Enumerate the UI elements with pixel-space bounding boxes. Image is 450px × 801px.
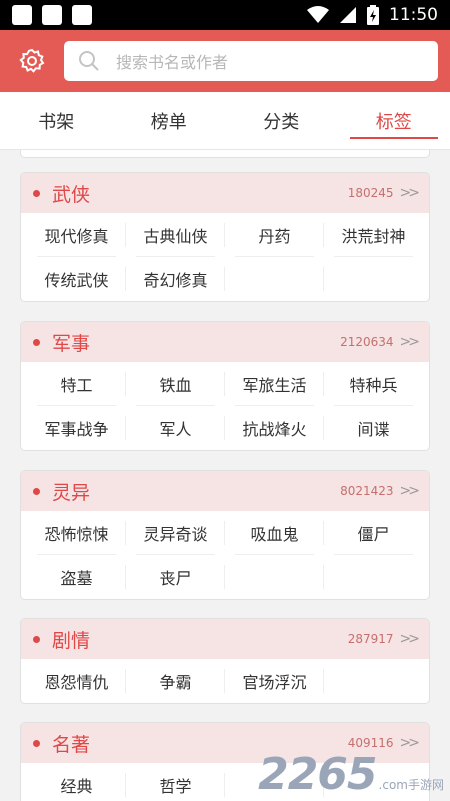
search-icon	[79, 51, 99, 71]
category-title: 灵异	[52, 481, 91, 504]
tag-list[interactable]: 武侠 180245 >> 现代修真 古典仙侠 丹药 洪荒封神 传统武侠 奇幻修真…	[0, 150, 450, 801]
tab-tags[interactable]: 标签	[338, 92, 450, 149]
empty-cell	[225, 257, 324, 301]
notification-icon	[12, 5, 32, 25]
tag-item[interactable]: 丧尸	[126, 555, 225, 599]
category-count: 287917	[347, 632, 394, 646]
tag-item[interactable]: 官场浮沉	[225, 659, 324, 703]
double-chevron-icon: >>	[399, 483, 421, 499]
status-time: 11:50	[389, 5, 438, 25]
tab-bar: 书架 榜单 分类 标签	[0, 92, 450, 150]
tag-item[interactable]: 特工	[27, 362, 126, 406]
category-card: 灵异 8021423 >> 恐怖惊悚 灵异奇谈 吸血鬼 僵尸 盗墓 丧尸	[20, 470, 430, 600]
tab-categories[interactable]: 分类	[225, 92, 338, 149]
watermark-text: .com手游网	[378, 778, 444, 792]
empty-cell	[324, 555, 423, 599]
tag-item[interactable]: 僵尸	[324, 511, 423, 555]
tag-item[interactable]: 军事战争	[27, 406, 126, 450]
tag-item[interactable]: 哲学	[126, 763, 225, 801]
category-header[interactable]: 军事 2120634 >>	[21, 322, 429, 362]
category-title: 剧情	[52, 629, 91, 652]
tag-item[interactable]: 古典仙侠	[126, 213, 225, 257]
bullet-icon	[33, 189, 40, 197]
double-chevron-icon: >>	[399, 185, 421, 201]
tag-item[interactable]: 间谍	[324, 406, 423, 450]
category-count: 180245	[347, 186, 394, 200]
gear-icon	[19, 48, 45, 73]
tag-item[interactable]: 传统武侠	[27, 257, 126, 301]
wifi-icon	[307, 6, 329, 23]
category-count: 409116	[347, 736, 394, 750]
tag-item[interactable]: 吸血鬼	[225, 511, 324, 555]
category-card: 武侠 180245 >> 现代修真 古典仙侠 丹药 洪荒封神 传统武侠 奇幻修真	[20, 172, 430, 302]
bullet-icon	[33, 338, 40, 346]
tag-item[interactable]: 恐怖惊悚	[27, 511, 126, 555]
tag-item[interactable]: 洪荒封神	[324, 213, 423, 257]
tag-item[interactable]: 铁血	[126, 362, 225, 406]
category-card: 剧情 287917 >> 恩怨情仇 争霸 官场浮沉	[20, 618, 430, 704]
tag-item[interactable]: 盗墓	[27, 555, 126, 599]
search-placeholder: 搜索书名或作者	[116, 53, 229, 72]
status-bar: 11:50	[0, 0, 450, 30]
bullet-icon	[33, 739, 40, 747]
previous-card-edge	[20, 150, 430, 158]
tag-item[interactable]: 特种兵	[324, 362, 423, 406]
category-title: 名著	[52, 733, 91, 756]
tag-item[interactable]: 争霸	[126, 659, 225, 703]
bullet-icon	[33, 635, 40, 643]
category-card: 军事 2120634 >> 特工 铁血 军旅生活 特种兵 军事战争 军人 抗战烽…	[20, 321, 430, 451]
empty-cell	[324, 659, 423, 703]
watermark-number: 2265	[258, 749, 377, 800]
tag-item[interactable]: 灵异奇谈	[126, 511, 225, 555]
battery-icon	[367, 5, 379, 25]
category-header[interactable]: 剧情 287917 >>	[21, 619, 429, 659]
settings-button[interactable]	[12, 41, 52, 81]
search-input[interactable]: 搜索书名或作者	[64, 41, 438, 81]
double-chevron-icon: >>	[399, 735, 421, 751]
tag-item[interactable]: 经典	[27, 763, 126, 801]
tag-item[interactable]: 丹药	[225, 213, 324, 257]
double-chevron-icon: >>	[399, 631, 421, 647]
category-count: 8021423	[340, 484, 394, 498]
tag-item[interactable]: 恩怨情仇	[27, 659, 126, 703]
app-header: 搜索书名或作者	[0, 30, 450, 92]
watermark-logo: 2265 .com手游网	[258, 753, 444, 797]
category-title: 武侠	[52, 183, 91, 206]
category-header[interactable]: 灵异 8021423 >>	[21, 471, 429, 511]
tag-item[interactable]: 现代修真	[27, 213, 126, 257]
notification-icon	[72, 5, 92, 25]
tag-item[interactable]: 抗战烽火	[225, 406, 324, 450]
tab-rankings[interactable]: 榜单	[113, 92, 226, 149]
notification-icon	[42, 5, 62, 25]
tag-item[interactable]: 军旅生活	[225, 362, 324, 406]
category-header[interactable]: 武侠 180245 >>	[21, 173, 429, 213]
tag-item[interactable]: 奇幻修真	[126, 257, 225, 301]
signal-icon	[340, 7, 356, 23]
tag-item[interactable]: 军人	[126, 406, 225, 450]
tab-bookshelf[interactable]: 书架	[0, 92, 113, 149]
empty-cell	[225, 555, 324, 599]
category-count: 2120634	[340, 335, 394, 349]
category-title: 军事	[52, 332, 91, 355]
bullet-icon	[33, 487, 40, 495]
empty-cell	[324, 257, 423, 301]
double-chevron-icon: >>	[399, 334, 421, 350]
